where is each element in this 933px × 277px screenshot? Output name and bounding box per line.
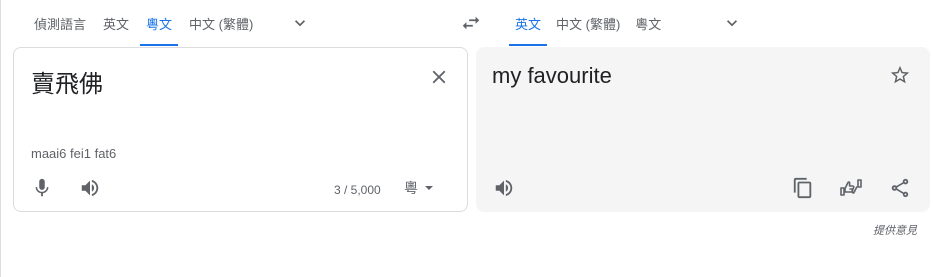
tab-target-english[interactable]: 英文 <box>509 0 548 46</box>
tab-source-chinese-traditional[interactable]: 中文 (繁體) <box>183 0 259 46</box>
target-panel: my favourite <box>476 47 930 212</box>
copy-icon <box>793 177 812 199</box>
voice-input-button[interactable] <box>29 175 55 201</box>
send-feedback-link[interactable]: 提供意見 <box>873 222 917 238</box>
window-edge <box>0 0 1 277</box>
source-text-input[interactable]: 賣飛佛 <box>31 64 103 99</box>
caret-down-icon <box>425 186 433 190</box>
source-panel: 賣飛佛 maai6 fei1 fat6 3 / 5,000 粵 <box>13 47 468 212</box>
tab-target-cantonese[interactable]: 粵文 <box>629 0 667 46</box>
source-language-more-button[interactable] <box>288 11 312 35</box>
tab-detect-language[interactable]: 偵測語言 <box>28 0 92 46</box>
share-translation-button[interactable] <box>887 175 913 201</box>
source-language-bar: 偵測語言 英文 粵文 中文 (繁體) <box>28 0 312 46</box>
thumbs-rating-icon <box>840 179 862 196</box>
swap-icon <box>462 16 480 30</box>
chevron-down-icon <box>295 20 306 27</box>
transliteration-text: maai6 fei1 fat6 <box>31 146 117 161</box>
rate-translation-button[interactable] <box>838 175 864 201</box>
character-count: 3 / 5,000 <box>334 183 381 197</box>
swap-languages-button[interactable] <box>459 11 483 35</box>
close-icon <box>432 70 446 84</box>
tab-source-cantonese[interactable]: 粵文 <box>140 0 179 46</box>
tab-target-chinese-traditional[interactable]: 中文 (繁體) <box>550 0 626 46</box>
tab-source-english[interactable]: 英文 <box>97 0 135 46</box>
target-language-bar: 英文 中文 (繁體) 粵文 <box>509 0 744 46</box>
star-icon <box>890 65 910 84</box>
copy-translation-button[interactable] <box>790 175 816 201</box>
listen-source-button[interactable] <box>77 175 103 201</box>
speaker-icon <box>81 179 99 197</box>
share-icon <box>891 178 909 198</box>
clear-source-button[interactable] <box>426 64 452 90</box>
save-translation-button[interactable] <box>887 62 913 88</box>
translation-output: my favourite <box>492 63 612 88</box>
chevron-down-icon <box>727 20 738 27</box>
microphone-icon <box>35 178 49 197</box>
speaker-icon <box>495 179 513 197</box>
listen-translation-button[interactable] <box>491 175 517 201</box>
target-language-more-button[interactable] <box>720 11 744 35</box>
input-tool-button[interactable]: 粵 <box>404 178 434 198</box>
input-tool-glyph: 粵 <box>404 180 418 196</box>
